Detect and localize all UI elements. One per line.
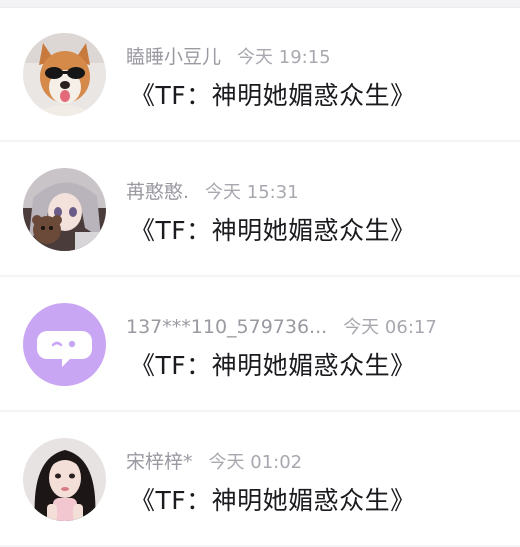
avatar[interactable] (23, 438, 106, 521)
comment-header: 137***110_579736... 今天 06:17 (126, 314, 437, 340)
timestamp: 今天 15:31 (205, 182, 299, 203)
comment-item[interactable]: 苒憨憨. 今天 15:31 《TF：神明她媚惑众生》 (0, 142, 520, 277)
comment-header: 瞌睡小豆儿 今天 19:15 (126, 44, 331, 70)
avatar[interactable] (23, 168, 106, 251)
comment-item[interactable]: 瞌睡小豆儿 今天 19:15 《TF：神明她媚惑众生》 (0, 7, 520, 142)
avatar[interactable] (23, 33, 106, 116)
anime-girl-avatar-icon (23, 168, 106, 251)
comment-item[interactable]: 宋梓梓* 今天 01:02 《TF：神明她媚惑众生》 (0, 412, 520, 547)
girl-selfie-photo-icon (23, 438, 106, 521)
comment-header: 宋梓梓* 今天 01:02 (126, 449, 302, 475)
comment-text: 《TF：神明她媚惑众生》 (130, 216, 416, 245)
chat-bubble-default-avatar-icon (23, 303, 106, 386)
comment-text: 《TF：神明她媚惑众生》 (130, 486, 416, 515)
comment-item[interactable]: 137***110_579736... 今天 06:17 《TF：神明她媚惑众生》 (0, 277, 520, 412)
timestamp: 今天 01:02 (208, 452, 303, 473)
comment-list: 瞌睡小豆儿 今天 19:15 《TF：神明她媚惑众生》 苒憨憨. 今天 15:3… (0, 7, 520, 547)
username[interactable]: 137***110_579736... (126, 316, 327, 338)
username[interactable]: 宋梓梓* (126, 451, 193, 473)
dog-with-sunglasses-photo-icon (23, 33, 106, 116)
username[interactable]: 瞌睡小豆儿 (126, 46, 221, 68)
username[interactable]: 苒憨憨. (126, 181, 189, 203)
timestamp: 今天 06:17 (343, 317, 437, 338)
comment-text: 《TF：神明她媚惑众生》 (130, 81, 416, 110)
comment-text: 《TF：神明她媚惑众生》 (130, 351, 416, 380)
timestamp: 今天 19:15 (237, 47, 331, 68)
comment-header: 苒憨憨. 今天 15:31 (126, 179, 299, 205)
avatar[interactable] (23, 303, 106, 386)
